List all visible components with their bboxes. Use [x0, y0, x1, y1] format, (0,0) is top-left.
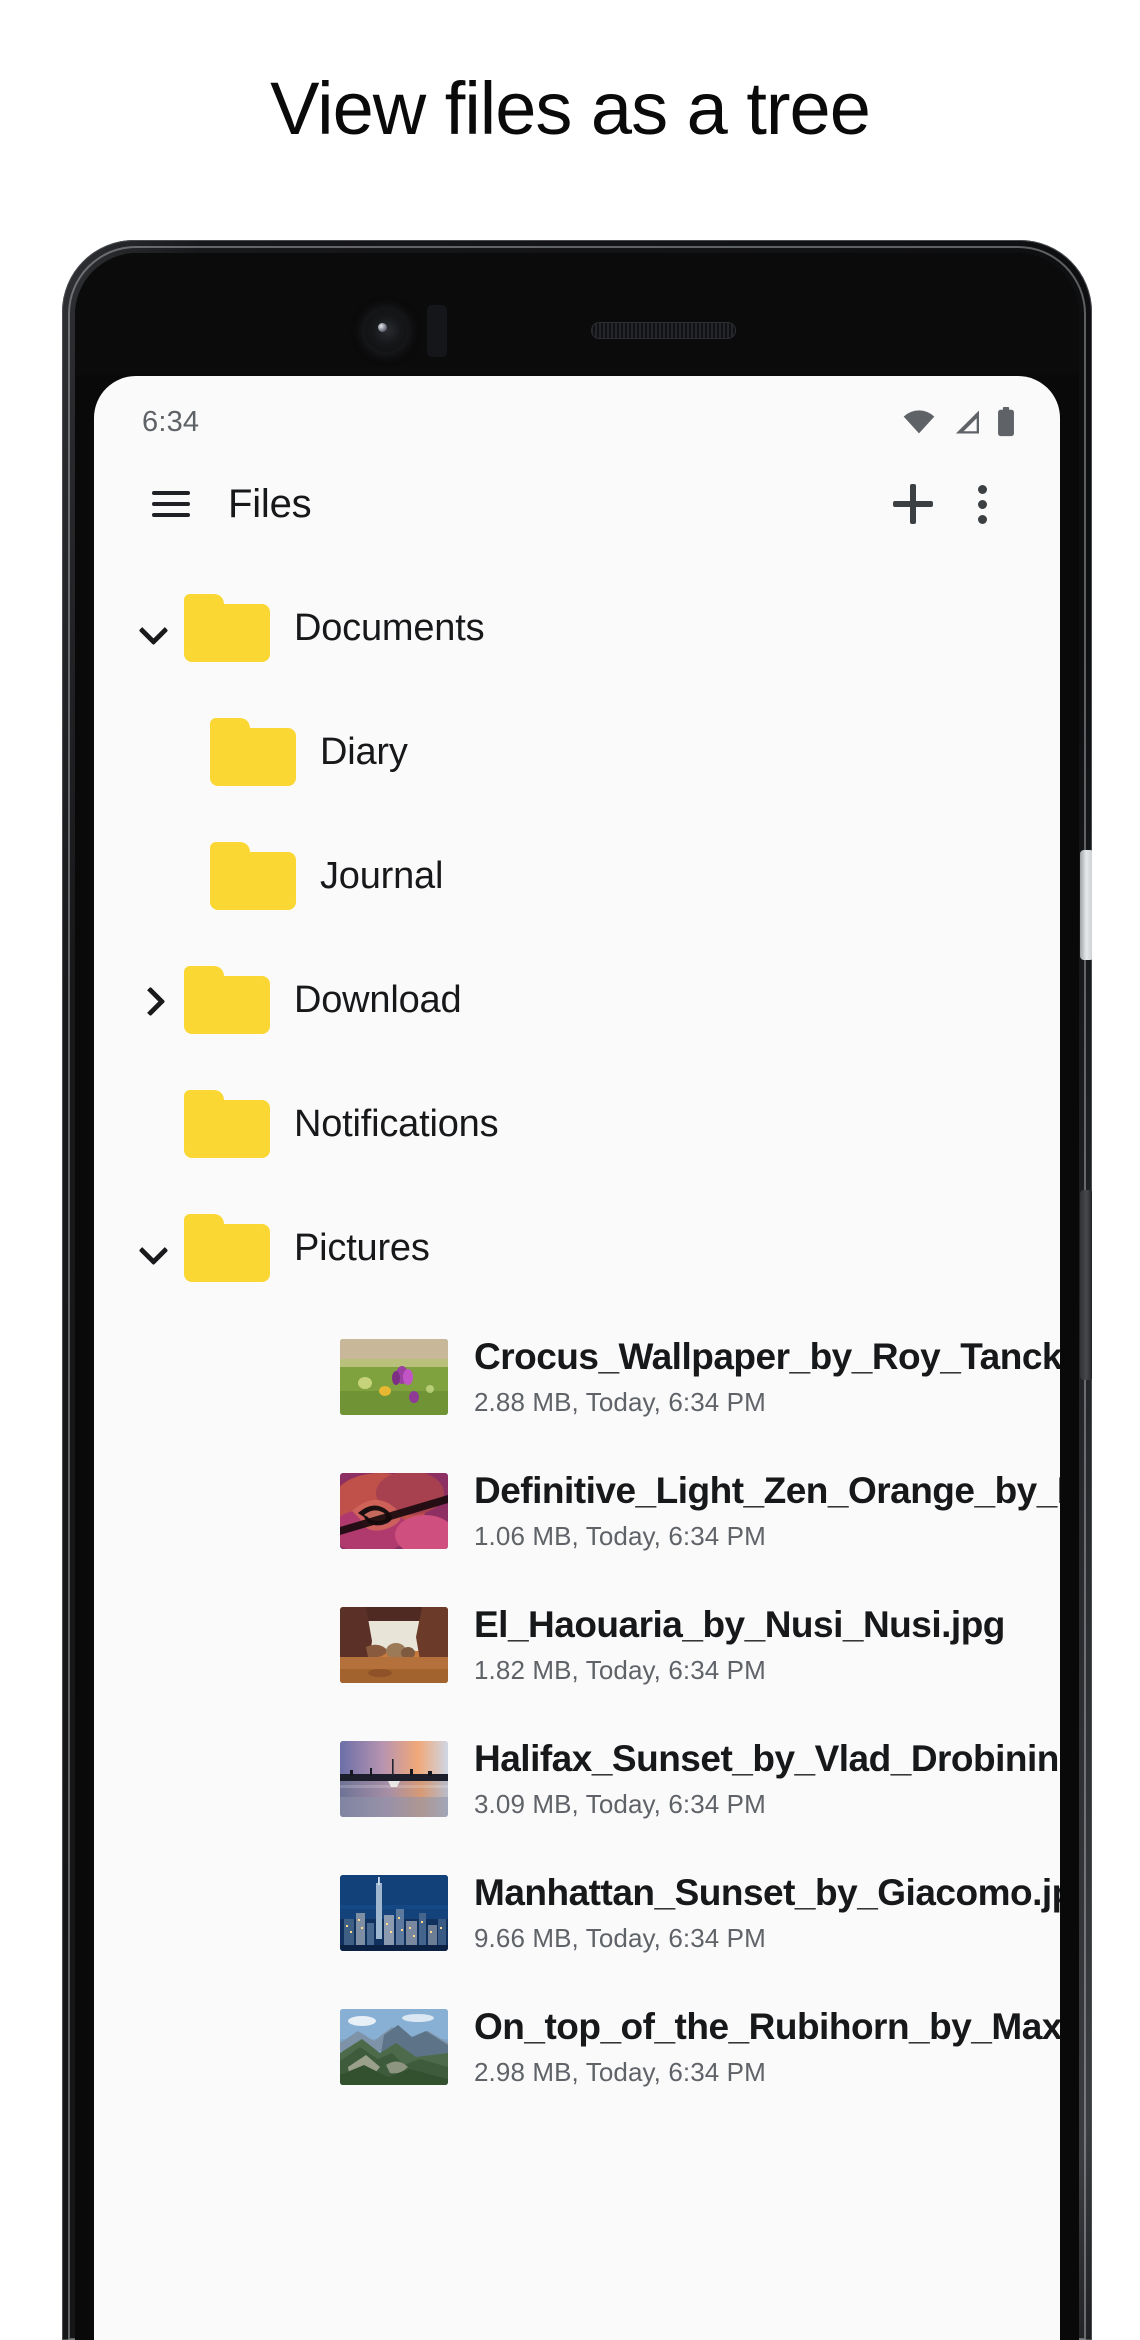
status-bar-icons	[902, 407, 1016, 437]
cellular-signal-icon	[951, 409, 981, 435]
plus-icon[interactable]	[878, 469, 948, 539]
file-list-item[interactable]: On_top_of_the_Rubihorn_by_Max.jpg 2.98 M…	[94, 1980, 1060, 2114]
status-bar-clock: 6:34	[142, 405, 200, 438]
page-title: View files as a tree	[270, 67, 871, 150]
front-camera-icon	[365, 310, 407, 352]
phone-screen: 6:34 Files Documents Diary Journal Downl…	[94, 376, 1060, 2340]
file-subtitle: 1.06 MB, Today, 6:34 PM	[474, 1520, 766, 1551]
tree-item-journal[interactable]: Journal	[94, 814, 1060, 938]
file-list-item[interactable]: El_Haouaria_by_Nusi_Nusi.jpg 1.82 MB, To…	[94, 1578, 1060, 1712]
tree-item-download[interactable]: Download	[94, 938, 1060, 1062]
tree-item-label: Journal	[320, 854, 444, 897]
battery-icon	[996, 407, 1016, 437]
folder-icon	[210, 718, 296, 786]
more-vertical-icon[interactable]	[948, 469, 1018, 539]
expand-toggle[interactable]	[120, 987, 184, 1013]
earpiece-speaker-icon	[591, 322, 736, 339]
city-skyline-thumbnail	[340, 1875, 448, 1951]
tree-item-pictures[interactable]: Pictures	[94, 1186, 1060, 1310]
proximity-sensor-icon	[427, 305, 447, 357]
phone-top-bezel	[75, 253, 1079, 375]
power-button[interactable]	[1080, 850, 1092, 960]
volume-rocker-button[interactable]	[1080, 1190, 1092, 1380]
expand-toggle[interactable]	[120, 1235, 184, 1261]
tree-item-label: Download	[294, 978, 462, 1021]
abstract-pink-thumbnail	[340, 1473, 448, 1549]
file-subtitle: 2.88 MB, Today, 6:34 PM	[474, 1386, 766, 1417]
crocus-flowers-thumbnail	[340, 1339, 448, 1415]
file-list-item[interactable]: Crocus_Wallpaper_by_Roy_Tanck.jpg 2.88 M…	[94, 1310, 1060, 1444]
app-bar-title: Files	[228, 481, 312, 526]
tree-item-label: Notifications	[294, 1102, 499, 1145]
file-subtitle: 2.98 MB, Today, 6:34 PM	[474, 2056, 766, 2087]
file-subtitle: 3.09 MB, Today, 6:34 PM	[474, 1788, 766, 1819]
harbor-sunset-thumbnail	[340, 1741, 448, 1817]
folder-icon	[184, 966, 270, 1034]
file-name: On_top_of_the_Rubihorn_by_Max.jpg	[474, 2006, 1060, 2048]
folder-icon	[184, 1214, 270, 1282]
tree-item-documents[interactable]: Documents	[94, 566, 1060, 690]
folder-icon	[184, 594, 270, 662]
file-name: Manhattan_Sunset_by_Giacomo.jpg	[474, 1872, 1060, 1914]
file-subtitle: 1.82 MB, Today, 6:34 PM	[474, 1654, 766, 1685]
expand-toggle[interactable]	[120, 615, 184, 641]
wifi-icon	[902, 409, 936, 435]
file-list-item[interactable]: Manhattan_Sunset_by_Giacomo.jpg 9.66 MB,…	[94, 1846, 1060, 1980]
phone-body: 6:34 Files Documents Diary Journal Downl…	[62, 240, 1092, 2340]
file-subtitle: 9.66 MB, Today, 6:34 PM	[474, 1922, 766, 1953]
tree-item-label: Documents	[294, 606, 485, 649]
tree-item-diary[interactable]: Diary	[94, 690, 1060, 814]
tree-item-notifications[interactable]: Notifications	[94, 1062, 1060, 1186]
canyon-rocks-thumbnail	[340, 1607, 448, 1683]
chevron-right-icon	[139, 987, 165, 1013]
file-name: Halifax_Sunset_by_Vlad_Drobinin.jpg	[474, 1738, 1060, 1780]
file-name: El_Haouaria_by_Nusi_Nusi.jpg	[474, 1604, 1005, 1646]
folder-icon	[184, 1090, 270, 1158]
file-tree-list[interactable]: Documents Diary Journal Download Notific…	[94, 556, 1060, 2114]
phone-mockup: 6:34 Files Documents Diary Journal Downl…	[62, 240, 1092, 2340]
mountain-ridge-thumbnail	[340, 2009, 448, 2085]
file-list-item[interactable]: Halifax_Sunset_by_Vlad_Drobinin.jpg 3.09…	[94, 1712, 1060, 1846]
file-name: Crocus_Wallpaper_by_Roy_Tanck.jpg	[474, 1336, 1060, 1378]
file-list-item[interactable]: Definitive_Light_Zen_Orange_by_Marco.jpg…	[94, 1444, 1060, 1578]
folder-icon	[210, 842, 296, 910]
hamburger-menu-icon[interactable]	[136, 469, 206, 539]
file-name: Definitive_Light_Zen_Orange_by_Marco.jpg	[474, 1470, 1060, 1512]
status-bar: 6:34	[94, 376, 1060, 452]
tree-item-label: Diary	[320, 730, 408, 773]
tree-item-label: Pictures	[294, 1226, 430, 1269]
chevron-down-icon	[139, 1235, 165, 1261]
app-bar: Files	[94, 452, 1060, 556]
chevron-down-icon	[139, 615, 165, 641]
